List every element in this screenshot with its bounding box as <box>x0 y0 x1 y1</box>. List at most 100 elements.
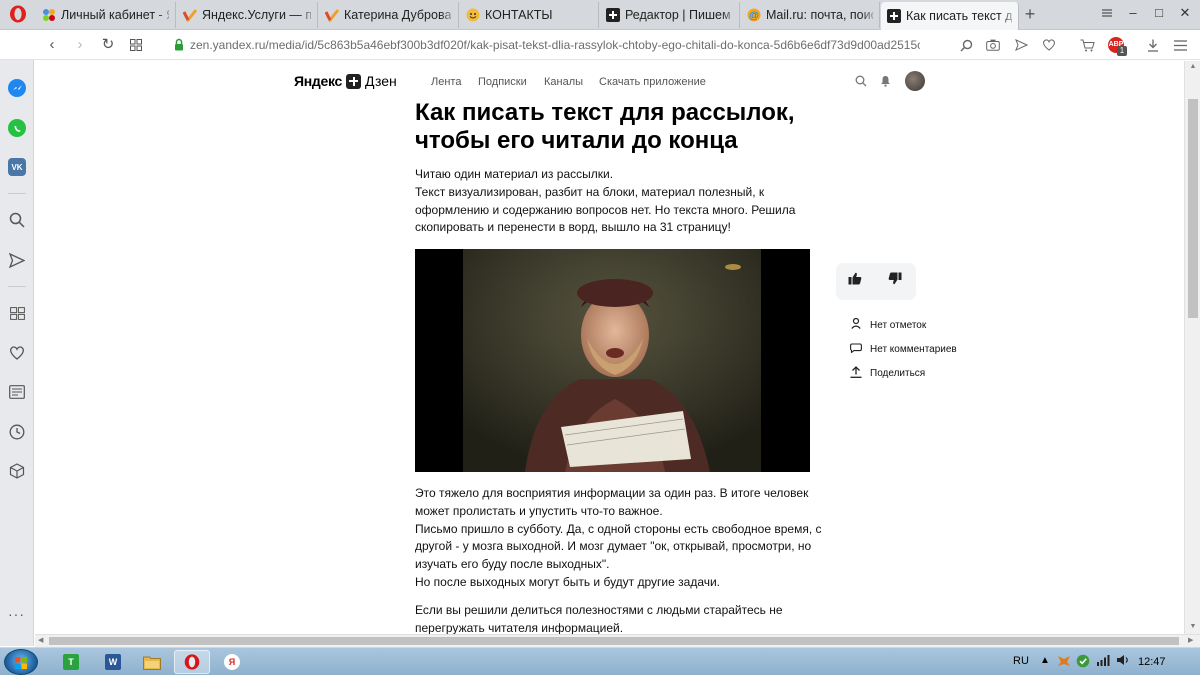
vertical-scrollbar[interactable]: ▲ ▼ <box>1184 61 1200 634</box>
speed-dial-icon[interactable] <box>126 35 146 55</box>
user-avatar[interactable] <box>905 71 925 91</box>
sidebar-speed-dial-icon[interactable] <box>7 303 27 323</box>
tab-menu-icon[interactable] <box>1094 2 1120 24</box>
sidebar-extensions-icon[interactable] <box>7 461 27 481</box>
forward-icon[interactable]: › <box>70 35 90 55</box>
tab-label: КОНТАКТЫ <box>485 8 553 22</box>
paragraph-line: Читаю один материал из рассылки. <box>415 167 614 181</box>
yandex-uslugi-icon <box>325 8 339 22</box>
tab-redaktor[interactable]: Редактор | Пишем <box>600 2 740 28</box>
tab-katerina-dubrova[interactable]: Катерина Дуброва <box>319 2 459 28</box>
back-icon[interactable]: ‹ <box>42 35 62 55</box>
tab-kontakty[interactable]: КОНТАКТЫ <box>460 2 599 28</box>
messenger-icon[interactable] <box>7 78 27 98</box>
like-thumbs-up-icon[interactable] <box>845 272 865 292</box>
sidebar-bookmarks-icon[interactable] <box>7 343 27 363</box>
zen-logo-dzen: Дзен <box>365 73 397 89</box>
sidebar-more-icon[interactable]: ··· <box>8 606 25 622</box>
taskbar-trello-icon[interactable]: T <box>53 650 89 674</box>
comment-bubble-icon <box>849 343 863 356</box>
zen-notifications-icon[interactable] <box>880 75 891 90</box>
taskbar-clock[interactable]: 12:47 <box>1138 656 1166 668</box>
scroll-left-arrow-icon[interactable]: ◀ <box>38 636 43 644</box>
nav-lenta[interactable]: Лента <box>431 76 461 88</box>
paragraph-line: другой - у мозга выходной. И мозг думает… <box>415 539 812 554</box>
search-page-icon[interactable] <box>957 36 975 54</box>
likes-label: Нет отметок <box>870 319 927 331</box>
minimize-icon[interactable]: – <box>1120 2 1146 24</box>
tab-label: Mail.ru: почта, поис <box>766 8 873 22</box>
nav-podpiski[interactable]: Подписки <box>478 76 527 88</box>
sidebar-search-icon[interactable] <box>7 210 27 230</box>
article-paragraph-1: Читаю один материал из рассылки. Текст в… <box>415 166 815 237</box>
sidebar-news-icon[interactable] <box>7 382 27 402</box>
opera-menu-icon[interactable] <box>9 5 27 23</box>
tray-app-icon[interactable] <box>1057 654 1071 668</box>
close-window-icon[interactable]: ✕ <box>1172 2 1198 24</box>
tab-kak-pisat-active[interactable]: Как писать текст д <box>881 2 1019 30</box>
tray-volume-icon[interactable] <box>1116 654 1130 668</box>
article-image[interactable] <box>415 249 810 472</box>
tab-label: Яндекс.Услуги — п <box>202 8 311 22</box>
tray-network-icon[interactable] <box>1096 654 1110 668</box>
scroll-right-arrow-icon[interactable]: ▶ <box>1188 636 1193 644</box>
tab-label: Катерина Дуброва <box>344 8 452 22</box>
zen-search-icon[interactable] <box>855 75 867 90</box>
vk-icon[interactable]: VK <box>7 157 27 177</box>
horizontal-scrollbar[interactable]: ◀ ▶ <box>35 634 1200 647</box>
page-viewport: Яндекс Дзен Лента Подписки Каналы Скачат… <box>35 61 1184 634</box>
nav-download-app[interactable]: Скачать приложение <box>599 76 706 88</box>
send-to-flow-icon[interactable] <box>1012 36 1030 54</box>
paragraph-line: Это тяжело для восприятия информации за … <box>415 486 809 500</box>
comments-row[interactable]: Нет комментариев <box>849 343 957 356</box>
tab-yandex-uslugi[interactable]: Яндекс.Услуги — п <box>177 2 318 28</box>
person-icon <box>849 317 863 332</box>
taskbar-opera-icon[interactable] <box>174 650 210 674</box>
yandex-uslugi-icon <box>183 8 197 22</box>
share-row[interactable]: Поделиться <box>849 366 925 381</box>
language-indicator[interactable]: RU <box>1013 655 1029 667</box>
taskbar-yandex-icon[interactable]: Я <box>214 650 250 674</box>
scroll-up-arrow-icon[interactable]: ▲ <box>1188 63 1198 70</box>
taskbar-explorer-icon[interactable] <box>134 650 170 674</box>
windows-taskbar: T W Я RU ▲ 12:47 <box>0 647 1200 675</box>
address-toolbar: ‹ › ↻ zen.yandex.ru/media/id/5c863b5a46e… <box>0 30 1200 60</box>
zen-logo[interactable]: Яндекс Дзен <box>294 73 397 89</box>
likes-count-row[interactable]: Нет отметок <box>849 317 927 332</box>
shopping-cart-icon[interactable] <box>1078 36 1096 54</box>
vertical-scroll-thumb[interactable] <box>1188 99 1198 318</box>
sidebar-history-icon[interactable] <box>7 422 27 442</box>
sidebar-flow-icon[interactable] <box>7 250 27 270</box>
tray-security-icon[interactable] <box>1076 654 1090 668</box>
horizontal-scroll-thumb[interactable] <box>49 637 1179 645</box>
secure-lock-icon[interactable] <box>174 38 184 51</box>
new-tab-button[interactable]: + <box>1020 5 1040 25</box>
dislike-thumbs-down-icon[interactable] <box>885 272 905 292</box>
paragraph-line: Если вы решили делиться полезностями с л… <box>415 603 783 617</box>
paragraph-line: Но после выходных могут быть и будут дру… <box>415 574 721 589</box>
share-label: Поделиться <box>870 368 926 379</box>
nav-kanaly[interactable]: Каналы <box>544 76 583 88</box>
zen-header: Яндекс Дзен Лента Подписки Каналы Скачат… <box>35 61 1184 103</box>
whatsapp-icon[interactable] <box>7 118 27 138</box>
tab-label: Как писать текст д <box>906 9 1012 23</box>
tab-lichny-kabinet[interactable]: Личный кабинет - Я <box>36 2 176 28</box>
paragraph-line: Письмо пришло в субботу. Да, с одной сто… <box>415 521 822 536</box>
zen-icon <box>887 9 901 23</box>
maximize-icon[interactable]: □ <box>1146 2 1172 24</box>
start-button[interactable] <box>4 649 38 675</box>
url-input[interactable]: zen.yandex.ru/media/id/5c863b5a46ebf300b… <box>190 38 920 52</box>
bookmark-heart-icon[interactable] <box>1040 36 1058 54</box>
paragraph-line: оформлению и содержанию вопросов нет. Но… <box>415 202 796 217</box>
reload-icon[interactable]: ↻ <box>98 35 118 55</box>
easy-setup-menu-icon[interactable] <box>1171 36 1189 54</box>
zen-logo-icon <box>346 73 361 89</box>
snapshot-icon[interactable] <box>984 36 1002 54</box>
tab-mailru[interactable]: @ Mail.ru: почта, поис <box>741 2 880 28</box>
tray-show-hidden-icon[interactable]: ▲ <box>1038 654 1052 668</box>
zen-icon <box>606 8 620 22</box>
taskbar-word-icon[interactable]: W <box>95 650 131 674</box>
article-title: Как писать текст для рассылок, чтобы его… <box>415 99 835 155</box>
downloads-icon[interactable] <box>1144 36 1162 54</box>
scroll-down-arrow-icon[interactable]: ▼ <box>1188 623 1198 630</box>
